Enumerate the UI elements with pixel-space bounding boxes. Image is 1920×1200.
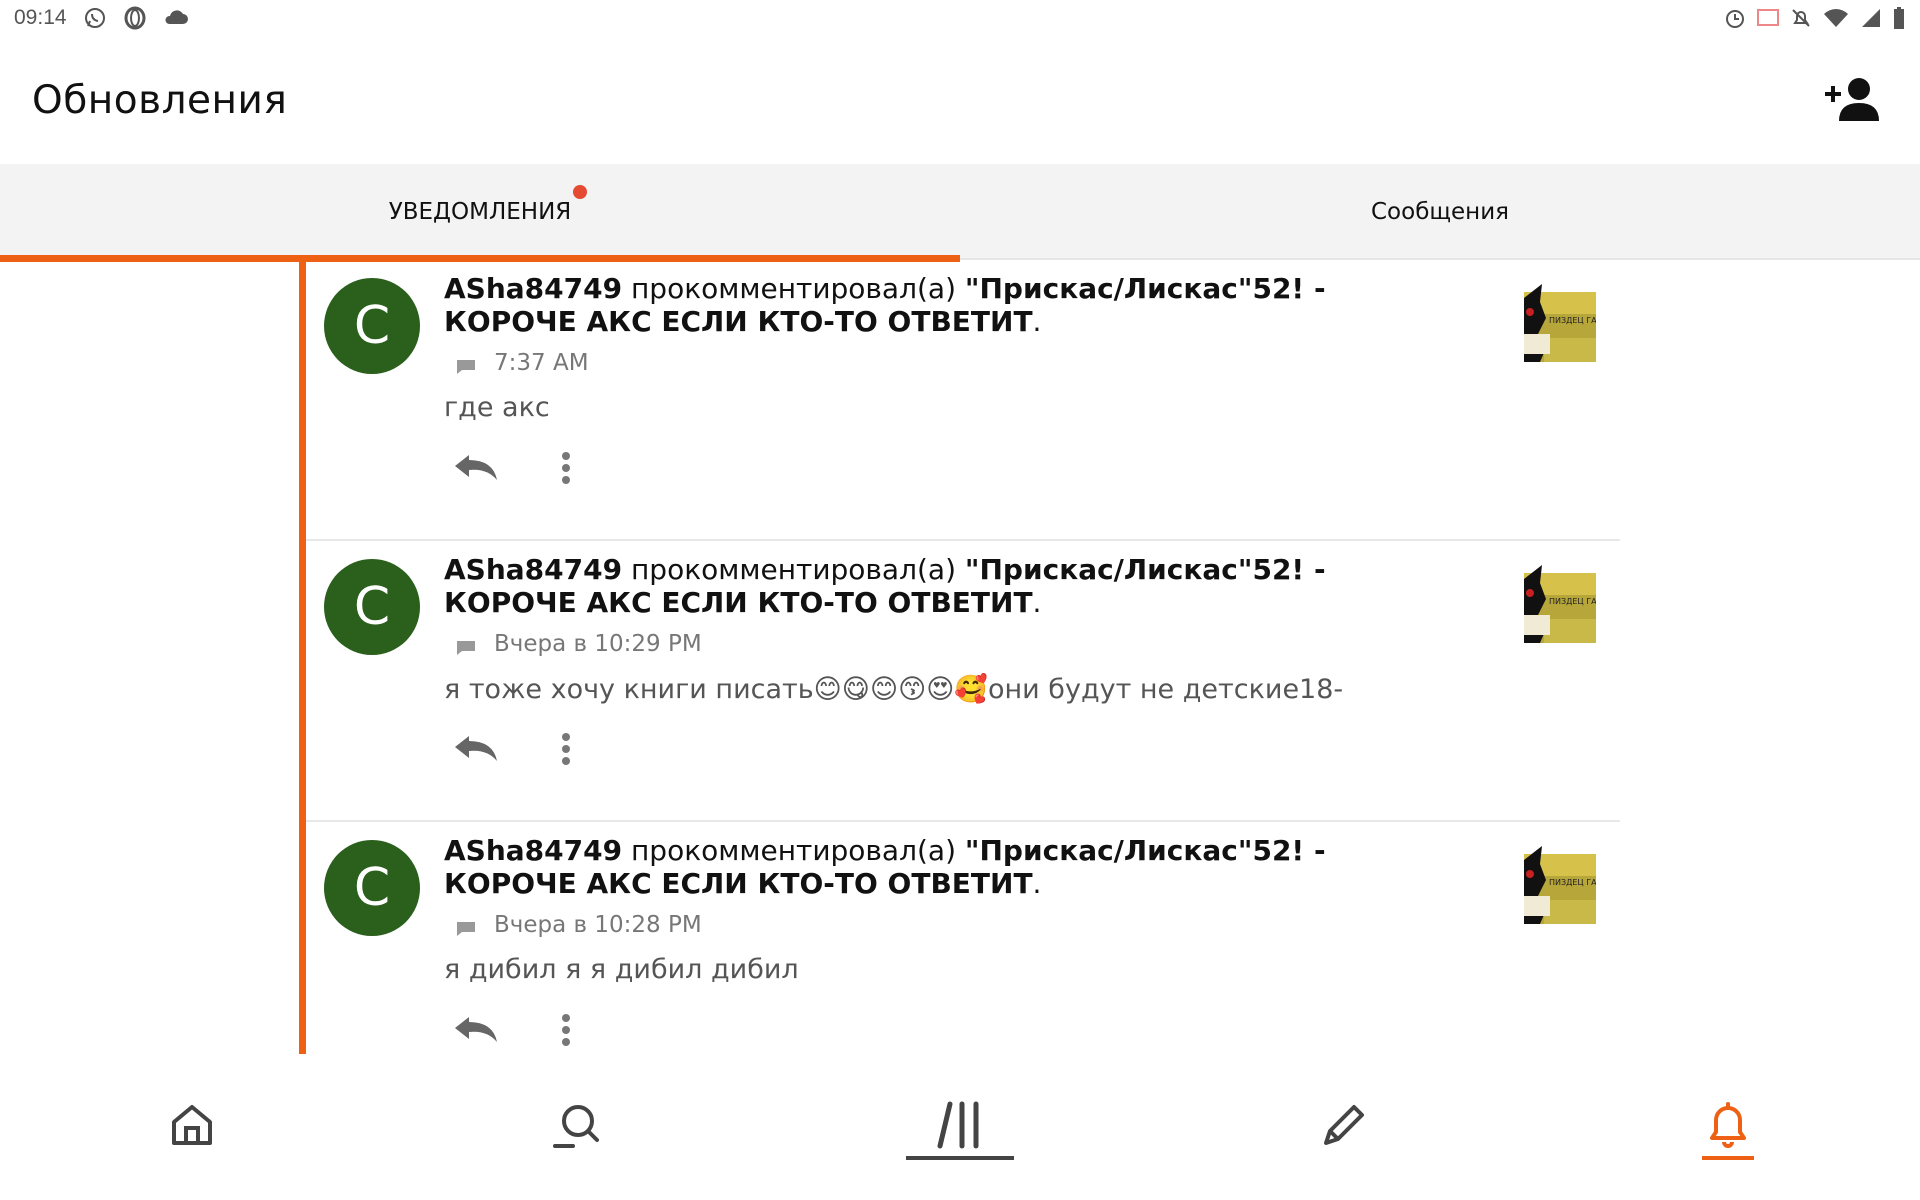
notification-actions: [452, 446, 590, 494]
home-icon: [169, 1102, 215, 1153]
reply-button[interactable]: [452, 1008, 500, 1054]
reply-button[interactable]: [452, 446, 500, 494]
comment-icon: [456, 917, 476, 936]
notifications-list[interactable]: C ASha84749 прокомментировал(а) "Прискас…: [0, 260, 1920, 1054]
comment-icon: [456, 355, 476, 374]
notification-item[interactable]: C ASha84749 прокомментировал(а) "Прискас…: [306, 822, 1620, 1054]
reply-icon: [453, 734, 499, 769]
notification-actions: [452, 1008, 590, 1054]
more-vertical-icon: [561, 732, 571, 771]
notification-meta: Вчера в 10:28 PM: [456, 912, 702, 938]
notification-item[interactable]: C ASha84749 прокомментировал(а) "Прискас…: [306, 541, 1620, 822]
tab-messages-label: Сообщения: [1370, 199, 1510, 225]
tab-notifications-text: УВЕДОМЛЕНИЯ: [388, 199, 572, 225]
tab-messages[interactable]: Сообщения: [960, 164, 1920, 260]
bottom-navigation: [0, 1054, 1920, 1200]
story-thumbnail[interactable]: ПИЗДЕЦ ГА: [1524, 559, 1597, 643]
more-vertical-icon: [561, 1013, 571, 1052]
notification-meta: Вчера в 10:29 PM: [456, 631, 702, 657]
tab-notifications-label: УВЕДОМЛЕНИЯ: [388, 185, 588, 225]
notifications-bell-icon: [1704, 1100, 1752, 1155]
story-thumbnail[interactable]: ПИЗДЕЦ ГА: [1524, 278, 1597, 362]
more-vertical-icon: [561, 451, 571, 490]
notification-time: Вчера в 10:29 PM: [494, 631, 702, 657]
add-friend-button[interactable]: [1816, 64, 1888, 136]
page-title: Обновления: [32, 77, 288, 123]
comment-icon: [456, 636, 476, 655]
mute-icon: [1790, 7, 1812, 29]
notification-comment: я дибил я я дибил дибил: [444, 954, 799, 985]
avatar-letter: C: [353, 577, 391, 637]
more-options-button[interactable]: [542, 727, 590, 775]
nav-library[interactable]: [768, 1054, 1152, 1200]
nav-library-indicator: [906, 1156, 1014, 1160]
story-thumbnail[interactable]: ПИЗДЕЦ ГА: [1524, 840, 1597, 924]
nav-write[interactable]: [1152, 1054, 1536, 1200]
nav-search[interactable]: [384, 1054, 768, 1200]
write-icon: [1320, 1101, 1368, 1154]
whatsapp-icon: [83, 6, 107, 30]
add-friend-icon: [1823, 75, 1881, 126]
notification-text: ASha84749 прокомментировал(а) "Прискас/Л…: [444, 834, 1444, 900]
nav-home[interactable]: [0, 1054, 384, 1200]
avatar-letter: C: [353, 296, 391, 356]
notification-end: .: [1032, 867, 1042, 900]
thumbnail-caption: ПИЗДЕЦ ГА: [1549, 316, 1596, 325]
notification-action: прокомментировал(а): [630, 553, 956, 586]
accent-line: [299, 260, 306, 1054]
thumbnail-caption: ПИЗДЕЦ ГА: [1549, 878, 1596, 887]
status-left: 09:14: [14, 6, 189, 30]
notification-user[interactable]: ASha84749: [444, 834, 622, 867]
cast-icon: [1756, 8, 1780, 28]
more-options-button[interactable]: [542, 446, 590, 494]
user-avatar[interactable]: C: [324, 278, 420, 374]
notification-comment: я тоже хочу книги писать😊😋😊😙😍🥰они будут …: [444, 674, 1344, 705]
notification-action: прокомментировал(а): [630, 834, 956, 867]
opera-icon: [123, 6, 147, 30]
tab-notifications[interactable]: УВЕДОМЛЕНИЯ: [0, 164, 960, 262]
notification-action: прокомментировал(а): [630, 272, 956, 305]
more-options-button[interactable]: [542, 1008, 590, 1054]
nav-notifications[interactable]: [1536, 1054, 1920, 1200]
battery-icon: [1892, 6, 1906, 30]
signal-icon: [1860, 7, 1882, 29]
notification-time: 7:37 AM: [494, 350, 589, 376]
user-avatar[interactable]: C: [324, 559, 420, 655]
notification-item[interactable]: C ASha84749 прокомментировал(а) "Прискас…: [306, 260, 1620, 541]
notification-text: ASha84749 прокомментировал(а) "Прискас/Л…: [444, 553, 1444, 619]
notification-time: Вчера в 10:28 PM: [494, 912, 702, 938]
status-right: [1724, 6, 1906, 30]
unread-dot: [573, 185, 588, 199]
wifi-icon: [1822, 7, 1850, 29]
tab-bar: УВЕДОМЛЕНИЯ Сообщения: [0, 164, 1920, 262]
notification-actions: [452, 727, 590, 775]
thumbnail-caption: ПИЗДЕЦ ГА: [1549, 597, 1596, 606]
reply-icon: [453, 1015, 499, 1050]
user-avatar[interactable]: C: [324, 840, 420, 936]
alarm-icon: [1724, 7, 1746, 29]
notification-user[interactable]: ASha84749: [444, 272, 622, 305]
status-bar: 09:14: [0, 0, 1920, 36]
avatar-letter: C: [353, 858, 391, 918]
notification-end: .: [1032, 586, 1042, 619]
notification-end: .: [1032, 305, 1042, 338]
cloud-icon: [163, 8, 189, 28]
reply-icon: [453, 453, 499, 488]
status-time: 09:14: [14, 6, 67, 29]
nav-notifications-indicator: [1702, 1156, 1754, 1160]
notification-user[interactable]: ASha84749: [444, 553, 622, 586]
notification-comment: где акс: [444, 392, 550, 423]
search-icon: [551, 1100, 601, 1155]
notifications-feed: C ASha84749 прокомментировал(а) "Прискас…: [306, 260, 1620, 1054]
notification-meta: 7:37 AM: [456, 350, 589, 376]
reply-button[interactable]: [452, 727, 500, 775]
library-icon: [936, 1100, 984, 1155]
notification-text: ASha84749 прокомментировал(а) "Прискас/Л…: [444, 272, 1444, 338]
app-bar: Обновления: [0, 36, 1920, 164]
